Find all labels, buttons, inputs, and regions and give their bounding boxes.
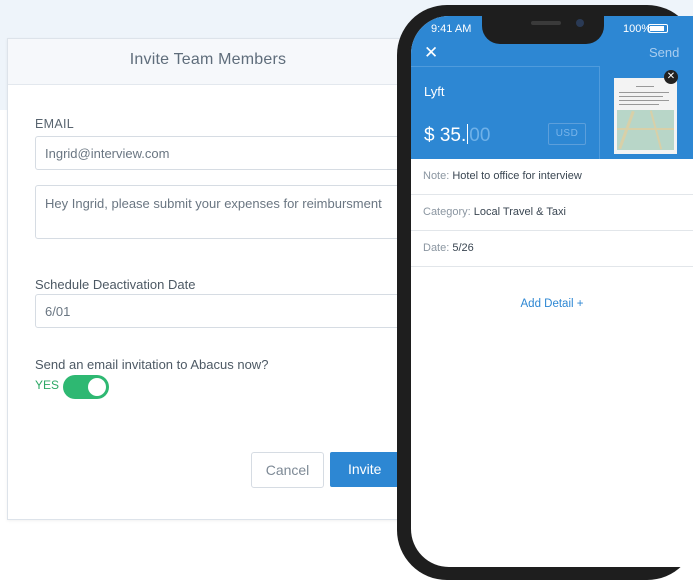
- date-value: 5/26: [452, 242, 474, 254]
- message-value: Hey Ingrid, please submit your expenses …: [45, 196, 382, 211]
- receipt-line: [619, 92, 669, 93]
- receipt-line: [636, 86, 654, 87]
- note-row[interactable]: Note: Hotel to office for interview: [411, 159, 693, 195]
- category-row[interactable]: Category: Local Travel & Taxi: [411, 195, 693, 231]
- map-road: [649, 110, 663, 150]
- modal-title: Invite Team Members: [129, 51, 287, 68]
- toggle-yes-label: YES: [35, 378, 60, 392]
- remove-receipt-icon[interactable]: ✕: [664, 70, 678, 84]
- date-row[interactable]: Date: 5/26: [411, 231, 693, 267]
- invite-question: Send an email invitation to Abacus now?: [35, 357, 269, 372]
- category-key: Category:: [423, 206, 471, 218]
- merchant-name[interactable]: Lyft: [424, 84, 444, 99]
- date-key: Date:: [423, 242, 450, 254]
- header-divider: [411, 66, 599, 67]
- deactivation-label: Schedule Deactivation Date: [35, 277, 196, 292]
- status-time: 9:41 AM: [431, 23, 472, 35]
- note-value: Hotel to office for interview: [452, 170, 582, 182]
- note-key: Note:: [423, 170, 450, 182]
- status-battery-text: 100%: [623, 23, 652, 35]
- close-icon[interactable]: ✕: [424, 43, 438, 63]
- invite-toggle-switch[interactable]: [63, 375, 109, 399]
- deactivation-date-value: 6/01: [45, 304, 71, 319]
- amount-value: $ 35.: [424, 125, 467, 146]
- toggle-knob: [88, 378, 106, 396]
- map-road: [617, 128, 674, 130]
- speaker-icon: [531, 21, 561, 25]
- email-label: EMAIL: [35, 117, 75, 131]
- email-value: Ingrid@interview.com: [45, 146, 170, 161]
- header-vertical-divider: [599, 66, 600, 159]
- currency-selector[interactable]: USD: [548, 123, 586, 145]
- send-button[interactable]: Send: [649, 45, 679, 60]
- cancel-button[interactable]: Cancel: [251, 452, 324, 488]
- receipt-line: [619, 96, 663, 97]
- camera-icon: [576, 19, 584, 27]
- receipt-line: [619, 100, 669, 101]
- battery-icon: [648, 24, 668, 33]
- phone-notch: [482, 10, 604, 44]
- receipt-map: [617, 110, 674, 150]
- receipt-line: [619, 104, 659, 105]
- map-road: [618, 110, 635, 150]
- receipt-thumbnail[interactable]: [614, 78, 677, 154]
- add-detail-button[interactable]: Add Detail +: [411, 298, 693, 310]
- amount-input[interactable]: $ 35. 00: [424, 124, 490, 147]
- category-value: Local Travel & Taxi: [473, 206, 566, 218]
- phone-screen: 9:41 AM 100% ✕ Send Lyft $ 35. 00 USD ✕ N…: [411, 16, 693, 567]
- amount-placeholder: 00: [469, 125, 491, 146]
